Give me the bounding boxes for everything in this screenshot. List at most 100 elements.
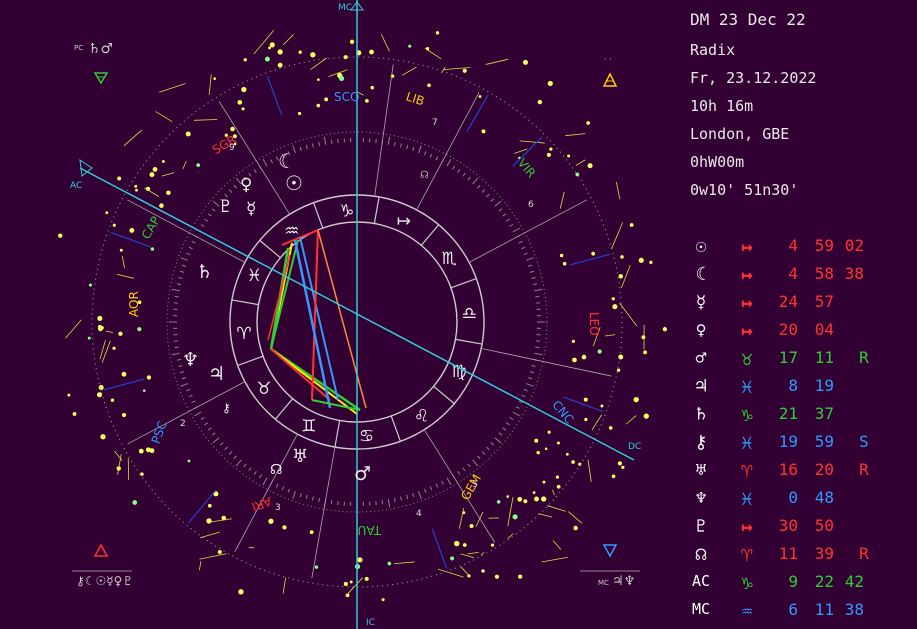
- moon-glyph-icon: ☾: [278, 149, 296, 173]
- position-degrees: 24: [778, 292, 798, 311]
- degree-tick: [191, 240, 196, 244]
- star: [119, 248, 123, 252]
- constellation-line: [253, 30, 274, 55]
- position-minutes: 39: [814, 544, 834, 563]
- degree-tick: [305, 144, 308, 150]
- fire-triangle-icon: [93, 543, 109, 557]
- sign-glyph-icon: ↦: [741, 320, 753, 342]
- constellation-line: [310, 57, 327, 70]
- sign-divider: [390, 415, 402, 442]
- star: [541, 496, 547, 502]
- degree-tick: [259, 474, 263, 479]
- constellation-line: [121, 255, 125, 269]
- ic-label: IC: [366, 618, 375, 628]
- constellation-line: [568, 511, 583, 524]
- planet-position-row: MC ♒ 6 11 38: [690, 600, 915, 626]
- star: [643, 350, 647, 355]
- constellation-line: [208, 74, 212, 95]
- sign-label: LEO: [587, 312, 601, 336]
- star: [298, 50, 302, 54]
- planet-position-row: ☿ ↦ 24 57: [690, 292, 915, 318]
- star: [494, 574, 500, 579]
- star: [230, 126, 235, 132]
- star: [159, 203, 164, 208]
- star: [316, 103, 321, 108]
- degree-tick: [211, 432, 216, 436]
- degree-tick: [477, 455, 481, 460]
- star: [112, 346, 116, 350]
- degree-tick: [299, 146, 302, 151]
- star: [586, 121, 591, 125]
- planet-position-row: ⚷ ♓ 19 59 S: [690, 432, 915, 458]
- motion-flag: R: [859, 348, 869, 367]
- degree-tick: [418, 490, 422, 499]
- constellation-line: [625, 415, 637, 425]
- boundary-line: [466, 94, 489, 132]
- degree-tick: [472, 177, 479, 185]
- chiron-glyph-icon: ⚷: [222, 401, 231, 415]
- star: [408, 44, 412, 48]
- star: [268, 46, 271, 50]
- star: [110, 398, 115, 402]
- star: [591, 251, 596, 256]
- degree-tick: [224, 446, 228, 451]
- sign-divider: [334, 420, 341, 448]
- planet-position-row: ♄ ♑ 21 37: [690, 404, 915, 430]
- sign-glyph-icon: ♓: [741, 376, 753, 398]
- degree-tick: [253, 470, 257, 475]
- position-minutes: 37: [814, 404, 834, 423]
- position-minutes: 59: [814, 236, 834, 255]
- degree-tick: [423, 151, 427, 156]
- constellation-line: [615, 181, 621, 200]
- degree-tick: [512, 411, 521, 417]
- constellation-line: [552, 489, 555, 496]
- star: [129, 228, 135, 233]
- degree-tick: [393, 141, 396, 147]
- star: [309, 530, 314, 535]
- house-cusp-line: [416, 92, 480, 210]
- star: [600, 404, 604, 408]
- sign-glyph-icon: ↦: [741, 236, 753, 258]
- constellation-line: [123, 129, 143, 147]
- degree-tick: [457, 169, 461, 174]
- star: [349, 580, 353, 584]
- sign-glyph-icon: ♑: [741, 572, 753, 594]
- constellation-line: [401, 66, 417, 76]
- degree-tick: [462, 172, 466, 177]
- degree-tick: [188, 394, 193, 398]
- degree-tick: [534, 288, 543, 292]
- star: [140, 472, 144, 476]
- degree-tick: [490, 442, 495, 446]
- mercury-glyph-icon: ☿: [246, 199, 256, 219]
- sign-label: ARI: [250, 494, 274, 514]
- degree-tick: [531, 277, 536, 279]
- degree-tick: [467, 176, 471, 181]
- star: [87, 336, 91, 340]
- star: [575, 172, 580, 177]
- star: [264, 56, 270, 62]
- chart-name: DM 23 Dec 22: [690, 10, 806, 29]
- svg-text:· ·: · ·: [604, 55, 612, 64]
- star: [534, 438, 539, 443]
- degree-tick: [528, 377, 533, 380]
- star: [462, 68, 467, 73]
- position-degrees: 30: [778, 516, 798, 535]
- star: [161, 160, 165, 163]
- degree-tick: [200, 224, 205, 228]
- star: [565, 452, 569, 456]
- degree-tick: [171, 288, 180, 292]
- degree-tick: [418, 145, 422, 154]
- star: [118, 331, 123, 336]
- boundary-line: [569, 253, 611, 266]
- sign-ring-glyph-icon: ♈: [236, 324, 251, 344]
- position-minutes: 04: [814, 320, 834, 339]
- star: [612, 304, 618, 310]
- position-minutes: 48: [814, 488, 834, 507]
- chart-date: Fr, 23.12.2022: [690, 69, 817, 87]
- degree-tick: [467, 463, 471, 468]
- star: [97, 315, 103, 321]
- house-cusp-line: [311, 447, 336, 579]
- constellation-line: [424, 47, 442, 60]
- degree-tick: [233, 184, 237, 189]
- corner-elements: PC ♄♂ · · MC ♃♆ ⚷☾☉☿♀♇: [72, 41, 640, 589]
